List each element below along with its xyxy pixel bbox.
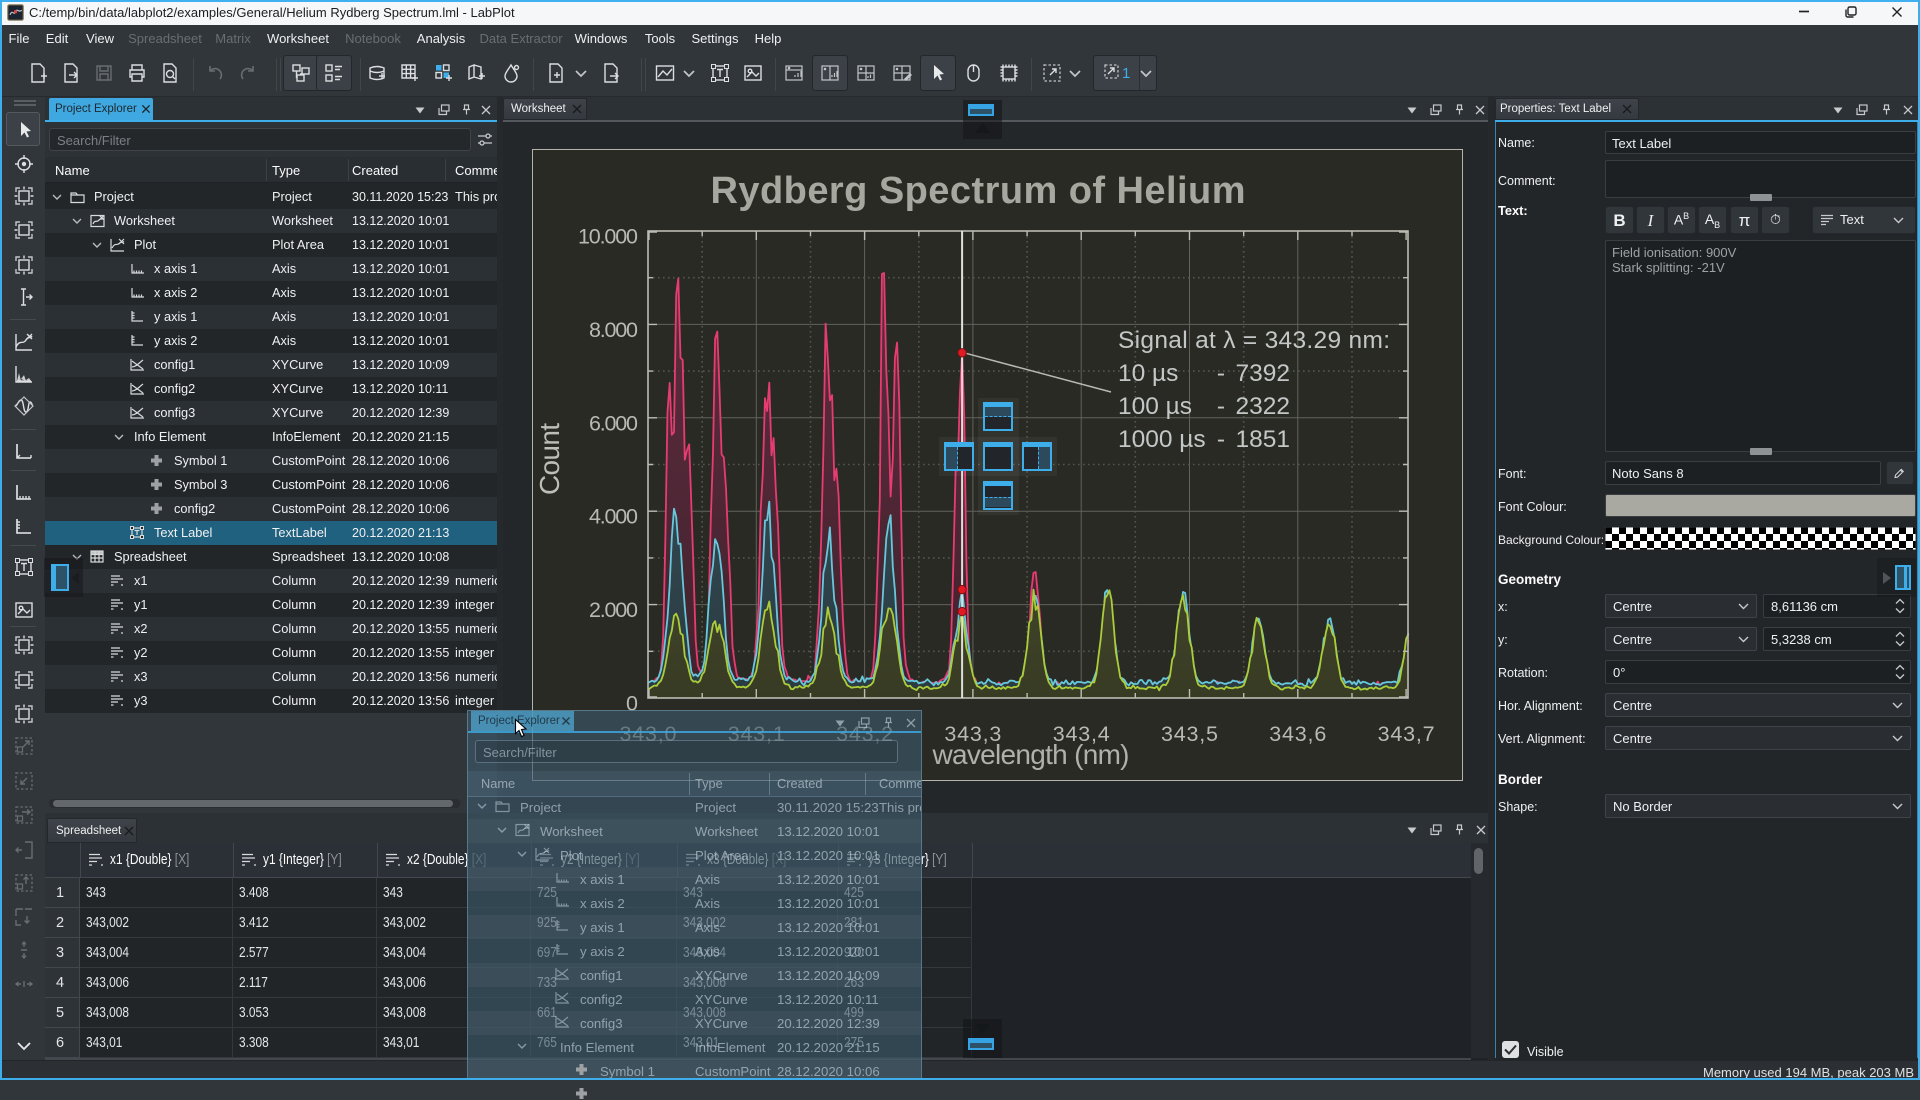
svg-text:343,5: 343,5	[1161, 722, 1218, 746]
svg-text:2322: 2322	[1235, 393, 1290, 420]
svg-text:2.000: 2.000	[589, 598, 638, 622]
svg-text:343,7: 343,7	[1378, 722, 1435, 746]
svg-text:10.000: 10.000	[578, 225, 638, 249]
svg-text:-: -	[1217, 426, 1225, 453]
svg-text:6.000: 6.000	[589, 411, 638, 435]
svg-text:10 µs: 10 µs	[1118, 360, 1178, 387]
svg-text:-: -	[1217, 360, 1225, 387]
svg-text:Count: Count	[534, 423, 565, 495]
svg-text:100 µs: 100 µs	[1118, 393, 1192, 420]
svg-text:8.000: 8.000	[589, 318, 638, 342]
svg-text:7392: 7392	[1235, 360, 1290, 387]
svg-text:1851: 1851	[1235, 426, 1290, 453]
svg-text:4.000: 4.000	[589, 505, 638, 529]
svg-text:-: -	[1217, 393, 1225, 420]
svg-text:wavelength (nm): wavelength (nm)	[932, 739, 1130, 770]
svg-text:Rydberg Spectrum of Helium: Rydberg Spectrum of Helium	[711, 170, 1246, 212]
svg-text:1000 µs: 1000 µs	[1118, 426, 1206, 453]
svg-text:Signal at λ = 343.29 nm:: Signal at λ = 343.29 nm:	[1118, 327, 1390, 354]
svg-text:343,6: 343,6	[1269, 722, 1326, 746]
